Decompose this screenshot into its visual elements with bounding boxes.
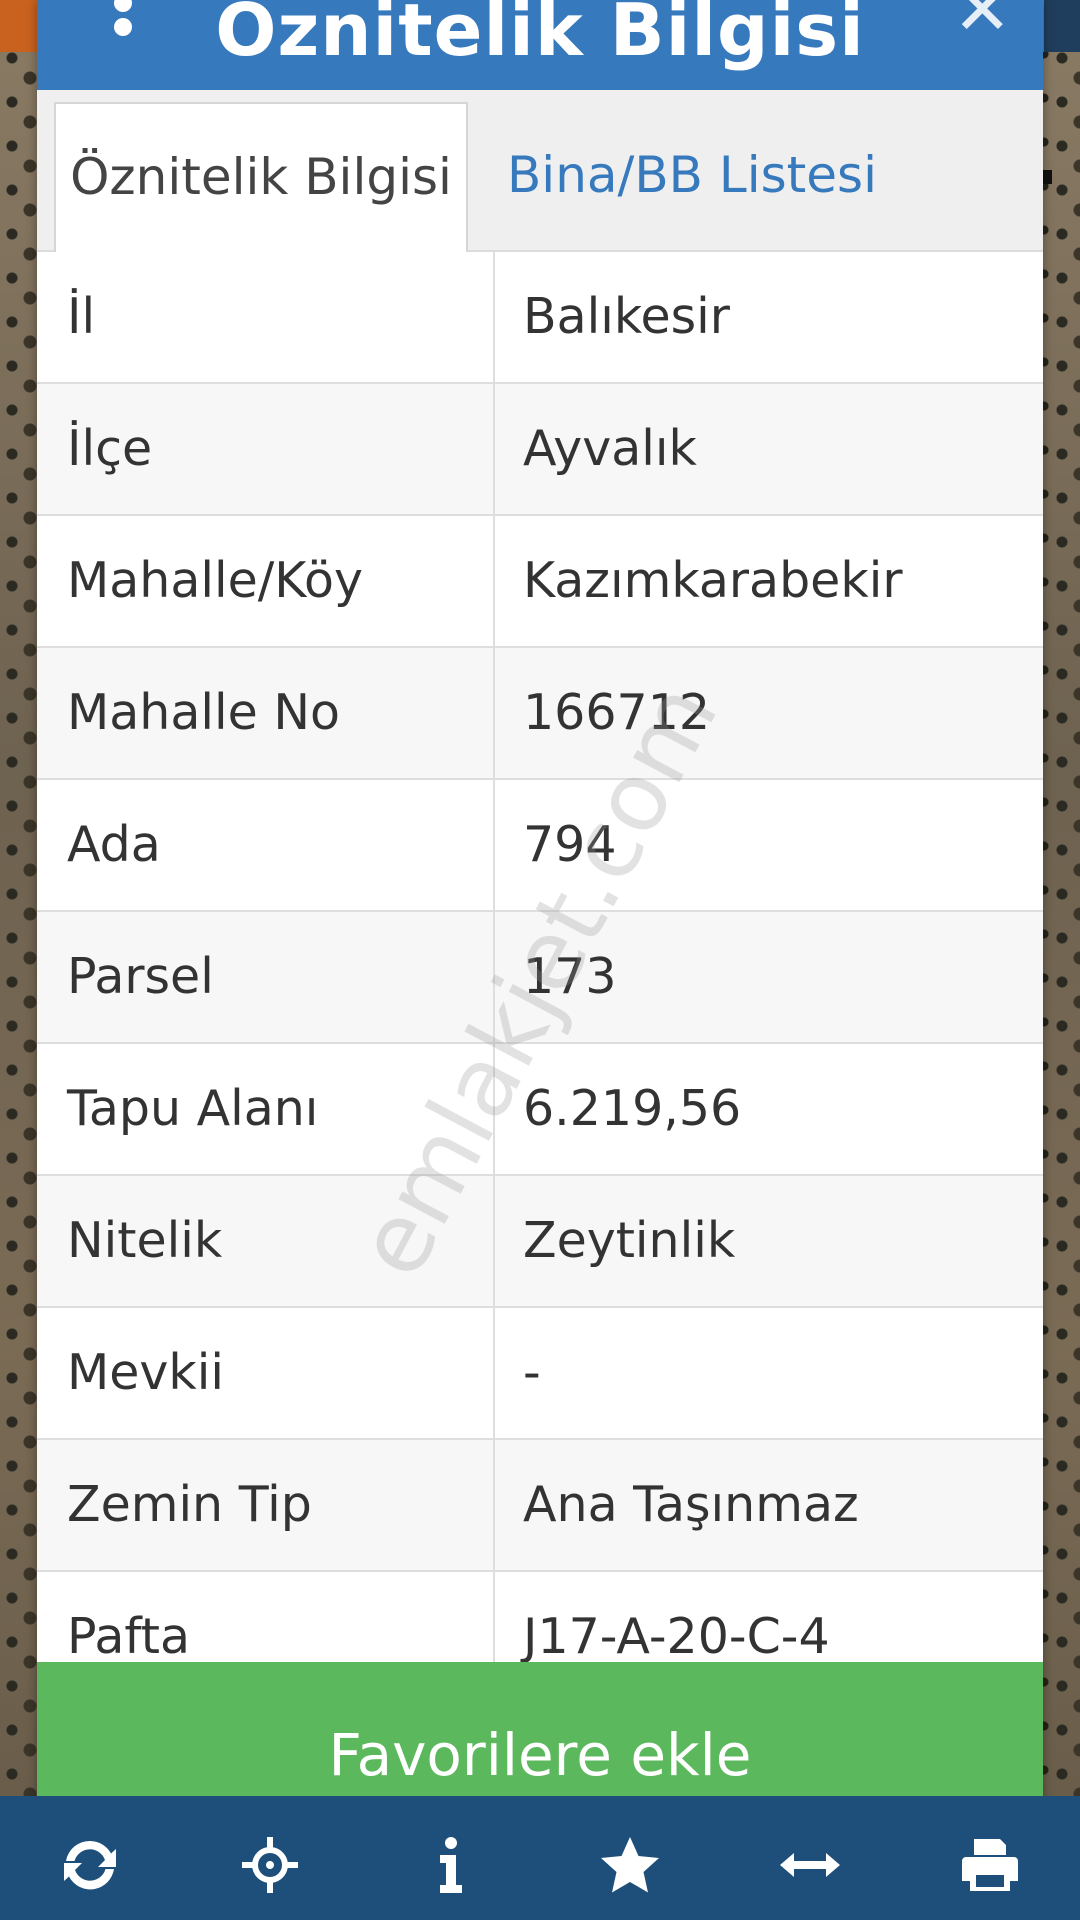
row-label: Parsel <box>37 912 495 1042</box>
row-value: 173 <box>523 948 617 1005</box>
table-row: Parsel 173 <box>37 912 1043 1044</box>
table-row: İl Balıkesir <box>37 252 1043 384</box>
bottom-toolbar <box>0 1796 1080 1920</box>
row-label: Ada <box>37 780 495 910</box>
table-row: İlçe Ayvalık <box>37 384 1043 516</box>
attribute-table: İl Balıkesir İlçe Ayvalık Mahalle/Köy Ka… <box>37 252 1043 1664</box>
table-row: Mevkii - <box>37 1308 1043 1440</box>
row-value: 166712 <box>523 684 711 741</box>
row-value: 794 <box>523 816 617 873</box>
row-value: J17-A-20-C-4 <box>523 1608 830 1664</box>
row-label: Mahalle No <box>37 648 495 778</box>
table-row: Mahalle/Köy Kazımkarabekir <box>37 516 1043 648</box>
row-label: Mahalle/Köy <box>37 516 495 646</box>
row-value: 6.219,56 <box>523 1080 742 1137</box>
row-label: Zemin Tip <box>37 1440 495 1570</box>
top-bar-right-background <box>1044 0 1080 52</box>
map-edge-marker <box>1042 170 1052 184</box>
info-icon[interactable] <box>410 1825 490 1905</box>
row-label: İlçe <box>37 384 495 514</box>
star-icon[interactable] <box>590 1825 670 1905</box>
app-screen: Öznitelik Bilgisi ✕ Öznitelik Bilgisi Bi… <box>0 0 1080 1920</box>
row-label: Tapu Alanı <box>37 1044 495 1174</box>
table-row: Pafta J17-A-20-C-4 <box>37 1572 1043 1664</box>
row-label: Pafta <box>37 1572 495 1664</box>
row-label: Nitelik <box>37 1176 495 1306</box>
row-value: Kazımkarabekir <box>523 552 903 609</box>
row-value: Ayvalık <box>523 420 697 477</box>
tab-bar: Öznitelik Bilgisi Bina/BB Listesi <box>37 90 1043 252</box>
printer-icon[interactable] <box>950 1825 1030 1905</box>
row-value: Balıkesir <box>523 288 730 345</box>
table-row: Zemin Tip Ana Taşınmaz <box>37 1440 1043 1572</box>
crosshair-icon[interactable] <box>230 1825 310 1905</box>
tab-attribute-info[interactable]: Öznitelik Bilgisi <box>54 102 468 252</box>
row-label: Mevkii <box>37 1308 495 1438</box>
row-value: - <box>523 1344 541 1401</box>
table-row: Mahalle No 166712 <box>37 648 1043 780</box>
row-label: İl <box>37 252 495 382</box>
row-value: Ana Taşınmaz <box>523 1476 859 1533</box>
table-row: Tapu Alanı 6.219,56 <box>37 1044 1043 1176</box>
tab-building-list[interactable]: Bina/BB Listesi <box>507 102 877 250</box>
attribute-info-dialog: Öznitelik Bilgisi ✕ Öznitelik Bilgisi Bi… <box>37 0 1043 1848</box>
refresh-icon[interactable] <box>50 1825 130 1905</box>
row-value: Zeytinlik <box>523 1212 736 1269</box>
dialog-title: Öznitelik Bilgisi <box>215 0 865 72</box>
close-icon[interactable]: ✕ <box>953 0 1012 45</box>
arrows-horizontal-icon[interactable] <box>770 1825 850 1905</box>
dialog-header: Öznitelik Bilgisi ✕ <box>37 0 1043 90</box>
table-row: Ada 794 <box>37 780 1043 912</box>
table-row: Nitelik Zeytinlik <box>37 1176 1043 1308</box>
